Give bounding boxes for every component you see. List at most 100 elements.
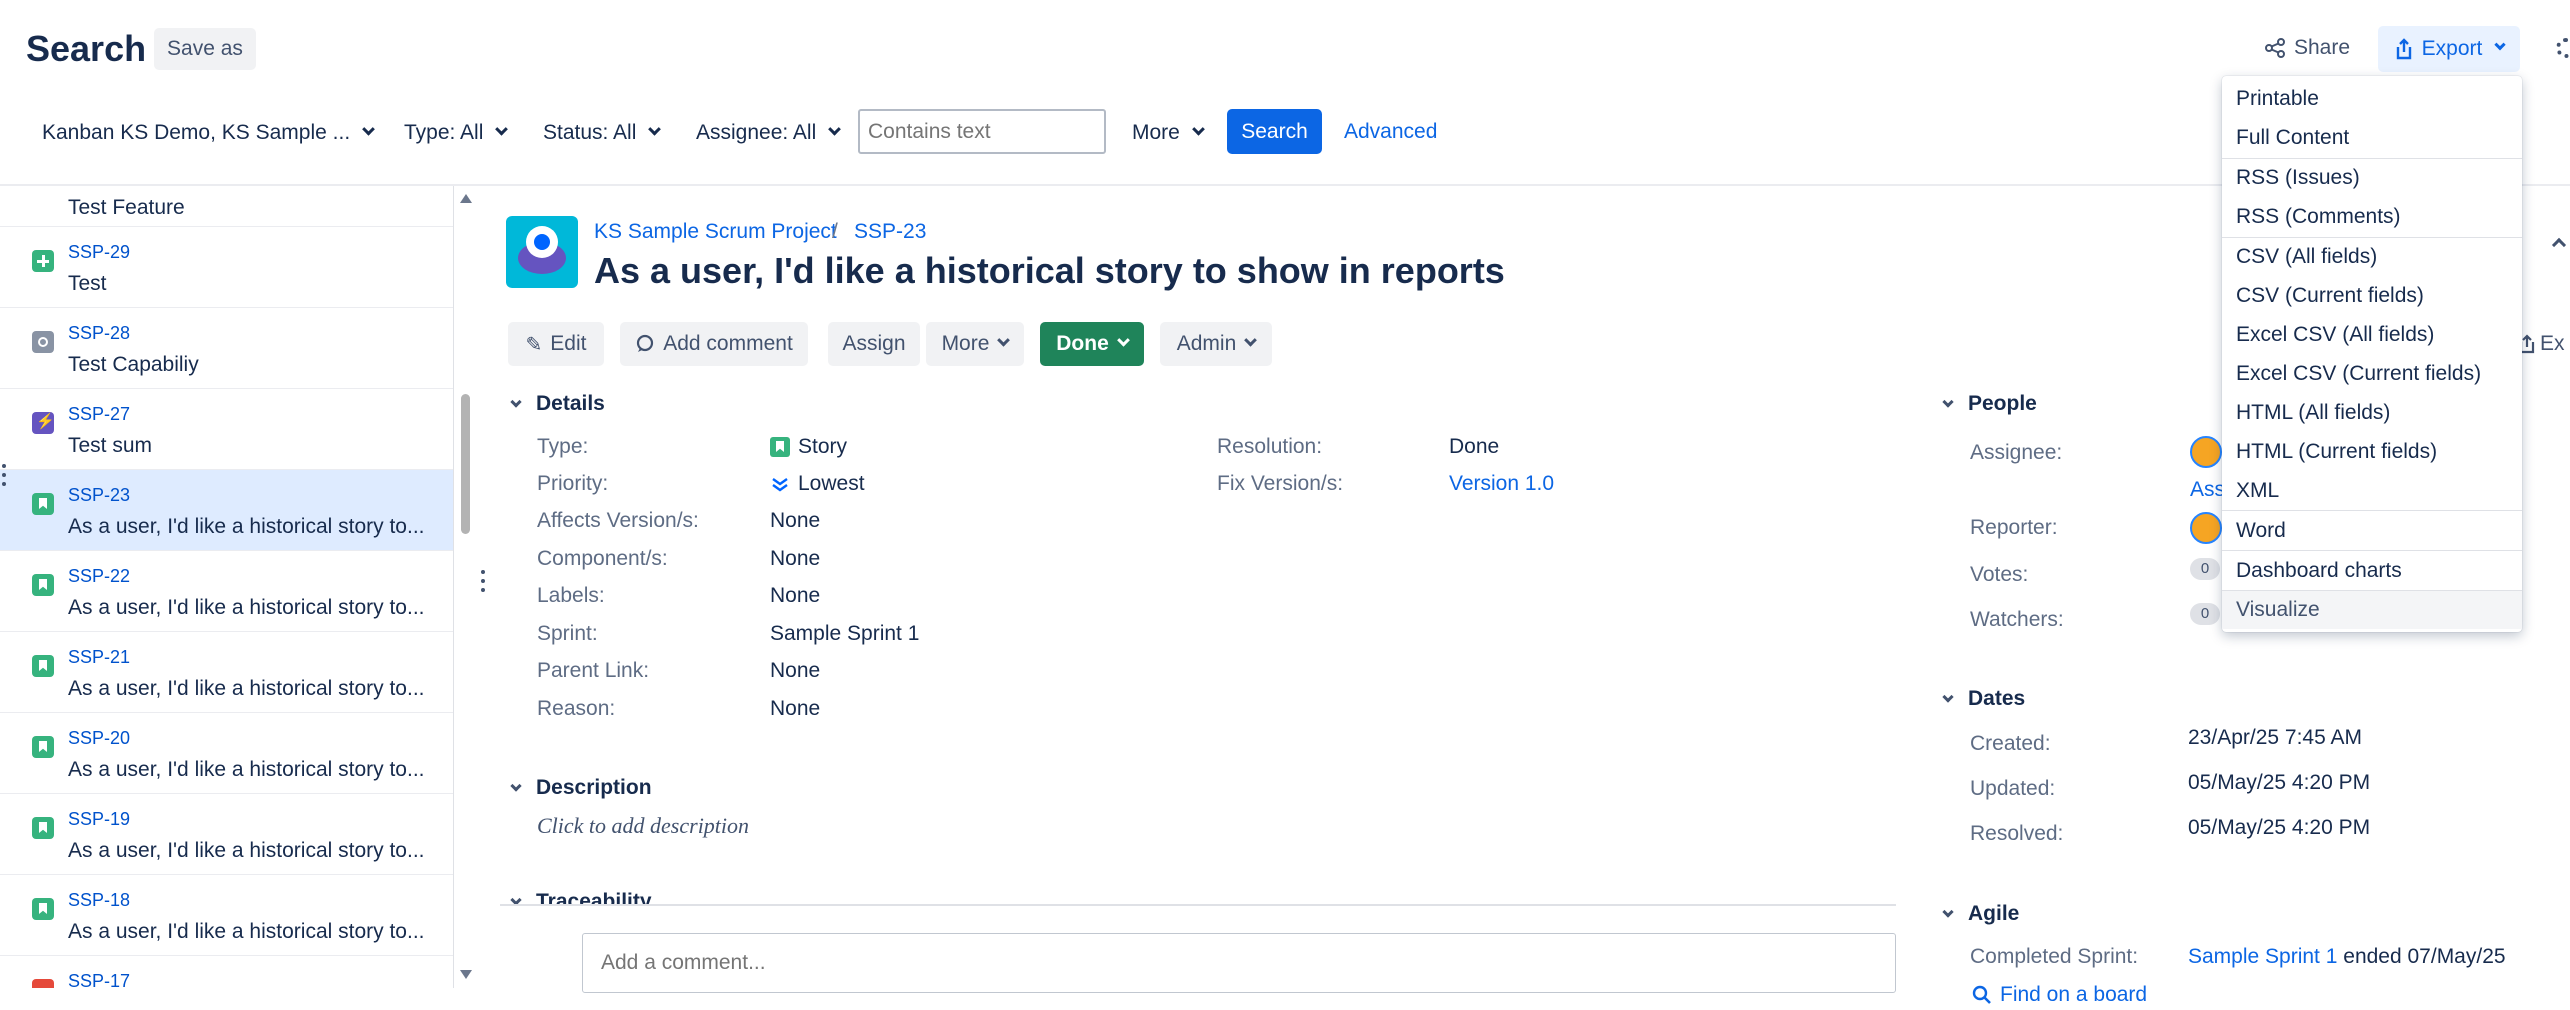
menu-item-rss-issues[interactable]: RSS (Issues) (2222, 159, 2522, 197)
list-item[interactable]: SSP-19 As a user, I'd like a historical … (0, 794, 453, 875)
type-filter-label: Type: All (404, 121, 484, 144)
admin-button[interactable]: Admin (1160, 322, 1272, 366)
text-search-input[interactable] (858, 109, 1106, 154)
menu-item-html-all[interactable]: HTML (All fields) (2222, 394, 2522, 432)
scroll-down-arrow[interactable] (460, 970, 472, 979)
updated-date: 05/May/25 4:20 PM (2188, 771, 2371, 794)
menu-item-full-content[interactable]: Full Content (2222, 119, 2522, 157)
pencil-icon: ✎ (525, 333, 543, 356)
gear-icon[interactable] (2556, 38, 2570, 58)
bug-icon (32, 979, 54, 988)
advanced-search-link[interactable]: Advanced (1344, 120, 1437, 144)
chevron-down-icon (1244, 333, 1258, 347)
more-actions-button[interactable]: More (926, 322, 1024, 366)
issue-key[interactable]: SSP-22 (68, 566, 130, 587)
issue-key[interactable]: SSP-17 (68, 971, 130, 988)
field-priority-value: Lowest (770, 472, 865, 496)
save-as-button[interactable]: Save as (154, 28, 256, 70)
list-scrollbar[interactable] (458, 190, 472, 990)
status-filter[interactable]: Status: All (543, 121, 662, 145)
list-item[interactable]: SSP-20 As a user, I'd like a historical … (0, 713, 453, 794)
list-item[interactable]: SSP-21 As a user, I'd like a historical … (0, 632, 453, 713)
menu-item-dashboard-charts[interactable]: Dashboard charts (2222, 552, 2522, 590)
field-value: Done (1449, 435, 1500, 458)
assignee-avatar[interactable] (2190, 436, 2222, 468)
issue-key[interactable]: SSP-20 (68, 728, 130, 749)
menu-separator (2222, 550, 2522, 551)
menu-item-printable[interactable]: Printable (2222, 80, 2522, 118)
people-heading[interactable]: People (1942, 392, 2037, 416)
resize-handle-icon[interactable] (481, 570, 485, 592)
field-label: Updated: (1970, 777, 2056, 800)
plus-icon (32, 250, 54, 272)
edit-button[interactable]: ✎ Edit (508, 322, 604, 366)
agile-heading[interactable]: Agile (1942, 902, 2019, 926)
list-item[interactable]: Test Feature (0, 186, 453, 227)
share-button[interactable]: Share (2264, 36, 2350, 60)
chevron-down-icon (1942, 691, 1954, 703)
scroll-up-arrow[interactable] (460, 194, 472, 203)
menu-item-csv-current[interactable]: CSV (Current fields) (2222, 277, 2522, 315)
menu-item-excel-csv-all[interactable]: Excel CSV (All fields) (2222, 316, 2522, 354)
votes-badge[interactable]: 0 (2190, 558, 2220, 580)
issue-list: Test Feature SSP-29 Test SSP-28 Test Cap… (0, 186, 454, 988)
field-label: Watchers: (1970, 608, 2064, 631)
assign-button[interactable]: Assign (828, 322, 920, 366)
add-comment-button[interactable]: Add comment (620, 322, 808, 366)
list-item[interactable]: SSP-18 As a user, I'd like a historical … (0, 875, 453, 956)
find-on-board-link[interactable]: Find on a board (1972, 983, 2147, 1007)
description-placeholder[interactable]: Click to add description (537, 813, 749, 839)
list-item[interactable]: SSP-22 As a user, I'd like a historical … (0, 551, 453, 632)
list-item[interactable]: SSP-27 Test sum (0, 389, 453, 470)
description-heading[interactable]: Description (510, 776, 652, 800)
sprint-link[interactable]: Sample Sprint 1 (2188, 945, 2337, 968)
comment-input[interactable] (582, 933, 1896, 993)
list-item[interactable]: SSP-17 (0, 956, 453, 988)
menu-item-visualize[interactable]: Visualize (2222, 591, 2522, 629)
drag-handle-icon[interactable] (2, 464, 6, 486)
menu-item-csv-all[interactable]: CSV (All fields) (2222, 238, 2522, 276)
collapse-panel-icon[interactable] (2551, 237, 2567, 253)
field-label: Type: (537, 435, 589, 458)
field-label: Votes: (1970, 563, 2029, 586)
search-button[interactable]: Search (1227, 109, 1322, 154)
project-filter[interactable]: Kanban KS Demo, KS Sample ... (42, 121, 376, 145)
menu-item-excel-csv-current[interactable]: Excel CSV (Current fields) (2222, 355, 2522, 393)
done-status-button[interactable]: Done (1040, 322, 1144, 366)
dates-heading[interactable]: Dates (1942, 687, 2025, 711)
issue-key[interactable]: SSP-18 (68, 890, 130, 911)
issue-key[interactable]: SSP-19 (68, 809, 130, 830)
export-issue-button[interactable]: Ex (2518, 332, 2565, 356)
export-button[interactable]: Export (2378, 26, 2520, 72)
issue-key[interactable]: SSP-27 (68, 404, 130, 425)
created-date: 23/Apr/25 7:45 AM (2188, 726, 2362, 749)
list-item-selected[interactable]: SSP-23 As a user, I'd like a historical … (0, 470, 453, 551)
issue-key[interactable]: SSP-29 (68, 242, 130, 263)
chevron-down-icon (1116, 333, 1130, 347)
issue-key[interactable]: SSP-21 (68, 647, 130, 668)
list-item[interactable]: SSP-28 Test Capabiliy (0, 308, 453, 389)
issue-key[interactable]: SSP-28 (68, 323, 130, 344)
issue-title: As a user, I'd like a historical story t… (594, 250, 1505, 291)
share-icon (2265, 38, 2285, 58)
menu-item-xml[interactable]: XML (2222, 472, 2522, 510)
details-heading[interactable]: Details (510, 392, 605, 416)
traceability-heading[interactable]: Traceability (510, 890, 652, 904)
watchers-badge[interactable]: 0 (2190, 603, 2220, 625)
menu-item-html-current[interactable]: HTML (Current fields) (2222, 433, 2522, 471)
type-filter[interactable]: Type: All (404, 121, 509, 145)
more-filters-button[interactable]: More (1132, 121, 1205, 145)
menu-item-rss-comments[interactable]: RSS (Comments) (2222, 198, 2522, 236)
breadcrumb-project[interactable]: KS Sample Scrum Project (594, 220, 837, 244)
breadcrumb-issue-key[interactable]: SSP-23 (854, 220, 926, 244)
reporter-avatar[interactable] (2190, 512, 2222, 544)
story-icon (32, 736, 54, 758)
field-label: Parent Link: (537, 659, 650, 682)
fix-version-link[interactable]: Version 1.0 (1449, 472, 1554, 496)
menu-item-word[interactable]: Word (2222, 512, 2522, 550)
list-item[interactable]: SSP-29 Test (0, 227, 453, 308)
assignee-filter[interactable]: Assignee: All (696, 121, 842, 145)
issue-key[interactable]: SSP-23 (68, 485, 130, 506)
scrollbar-thumb[interactable] (461, 394, 470, 534)
field-label: Resolution: (1217, 435, 1323, 458)
